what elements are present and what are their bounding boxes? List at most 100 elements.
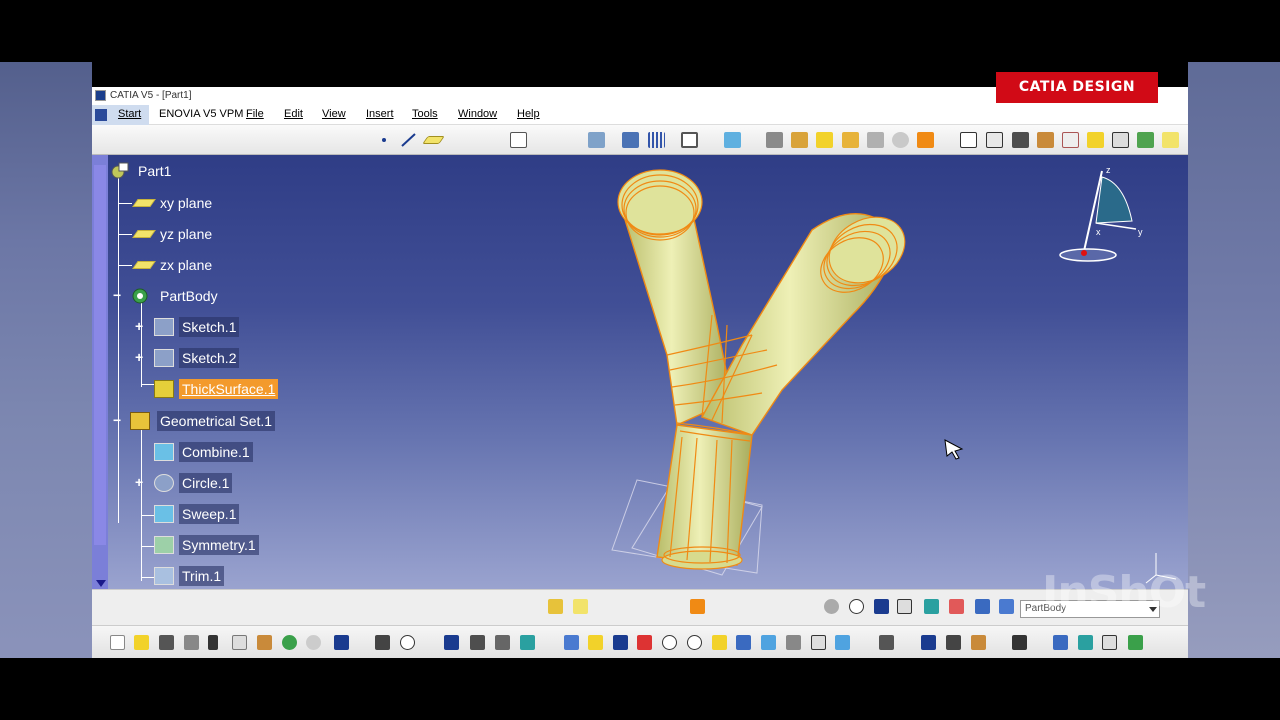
expand-icon[interactable]: + — [135, 319, 145, 333]
comment-icon[interactable] — [400, 635, 415, 650]
sphere-icon[interactable] — [849, 599, 864, 614]
tree-scrollbar-thumb[interactable] — [94, 165, 106, 545]
tree-label: Symmetry.1 — [179, 535, 259, 555]
menu-view[interactable]: View — [322, 108, 346, 120]
redo-icon[interactable] — [306, 635, 321, 650]
rotate-view-icon[interactable] — [637, 635, 652, 650]
measure-icon[interactable] — [588, 132, 605, 148]
fit-icon[interactable] — [588, 635, 603, 650]
snap-icon[interactable] — [949, 599, 964, 614]
pan-icon[interactable] — [613, 635, 628, 650]
mouse-cursor-icon — [944, 439, 964, 460]
menu-window[interactable]: Window — [458, 108, 497, 120]
symmetry-icon — [154, 536, 174, 554]
capture-icon[interactable] — [1012, 635, 1027, 650]
multi-view-icon[interactable] — [736, 635, 751, 650]
paste-icon[interactable] — [257, 635, 272, 650]
swap-space-icon[interactable] — [835, 635, 850, 650]
collapse-icon[interactable]: − — [113, 413, 123, 427]
3d-viewport[interactable]: Part1 xy plane yz plane zx plane − PartB… — [92, 155, 1188, 589]
menu-enovia[interactable]: ENOVIA V5 VPM — [159, 108, 243, 120]
hole-icon[interactable] — [867, 132, 884, 148]
normal-view-icon[interactable] — [712, 635, 727, 650]
menu-edit[interactable]: Edit — [284, 108, 303, 120]
formula-icon[interactable] — [375, 635, 390, 650]
open-icon[interactable] — [134, 635, 149, 650]
properties-icon[interactable] — [879, 635, 894, 650]
compass-icon[interactable]: z y x — [1054, 161, 1154, 271]
expand-icon[interactable]: + — [135, 350, 145, 364]
shaft-icon[interactable] — [816, 132, 833, 148]
surface-icon[interactable] — [999, 599, 1014, 614]
grid-snap-icon[interactable] — [975, 599, 990, 614]
shell-icon[interactable] — [1037, 132, 1054, 148]
zoom-out-icon[interactable] — [687, 635, 702, 650]
cut-icon[interactable] — [208, 635, 218, 650]
update-icon[interactable] — [573, 599, 588, 614]
knowledge-icon[interactable] — [495, 635, 510, 650]
menu-tools[interactable]: Tools — [412, 108, 438, 120]
rotate-icon[interactable] — [824, 599, 839, 614]
catia-window: CATIA V5 - [Part1] Start ENOVIA V5 VPM F… — [92, 87, 1188, 658]
fit-all-icon[interactable] — [681, 132, 698, 148]
print-icon[interactable] — [184, 635, 199, 650]
sketch-analysis-icon[interactable] — [1162, 132, 1179, 148]
menu-help[interactable]: Help — [517, 108, 540, 120]
thickness-icon[interactable] — [1062, 132, 1079, 148]
scroll-down-arrow-icon[interactable] — [96, 580, 106, 587]
start-menu[interactable]: Start — [92, 105, 149, 125]
law-icon[interactable] — [470, 635, 485, 650]
new-icon[interactable] — [110, 635, 125, 650]
expand-icon[interactable]: + — [135, 475, 145, 489]
target-icon[interactable] — [892, 132, 909, 148]
apply-material-icon[interactable] — [1053, 635, 1068, 650]
fillet-icon[interactable] — [960, 132, 977, 148]
axis-icon[interactable] — [874, 599, 889, 614]
copy-icon[interactable] — [232, 635, 247, 650]
chamfer-icon[interactable] — [986, 132, 1003, 148]
layers-icon[interactable] — [724, 132, 741, 148]
remove-face-icon[interactable] — [1112, 132, 1129, 148]
y-pipe-model[interactable] — [592, 155, 952, 589]
units-icon[interactable] — [897, 599, 912, 614]
curvature-icon[interactable] — [1128, 635, 1143, 650]
measure-item-icon[interactable] — [946, 635, 961, 650]
analysis-icon[interactable] — [622, 132, 639, 148]
draft-icon[interactable] — [1012, 132, 1029, 148]
hide-show-icon[interactable] — [811, 635, 826, 650]
draft-analysis-icon[interactable] — [1102, 635, 1117, 650]
compass-x-label: x — [1096, 227, 1101, 237]
save-icon[interactable] — [159, 635, 174, 650]
groove-icon[interactable] — [842, 132, 859, 148]
menu-file[interactable]: File — [246, 108, 264, 120]
menu-insert[interactable]: Insert — [366, 108, 394, 120]
inertia-icon[interactable] — [971, 635, 986, 650]
table-icon[interactable] — [444, 635, 459, 650]
rib-icon[interactable] — [917, 132, 934, 148]
shading-icon[interactable] — [786, 635, 801, 650]
generate-icon[interactable] — [548, 599, 563, 614]
collapse-icon[interactable]: − — [113, 288, 123, 302]
grid-icon[interactable] — [648, 132, 665, 148]
thread-icon[interactable] — [1087, 132, 1104, 148]
plane-icon[interactable] — [422, 136, 445, 144]
undo-icon[interactable] — [282, 635, 297, 650]
pocket-icon[interactable] — [791, 132, 808, 148]
measure-between-icon[interactable] — [921, 635, 936, 650]
help-icon[interactable] — [334, 635, 349, 650]
line-icon[interactable] — [400, 132, 417, 148]
boolean-icon[interactable] — [924, 599, 939, 614]
tree-scrollbar[interactable] — [92, 155, 108, 589]
connect-checker-icon[interactable] — [1078, 635, 1093, 650]
catalog-icon[interactable] — [520, 635, 535, 650]
sketcher-icon[interactable] — [510, 132, 527, 148]
fly-icon[interactable] — [564, 635, 579, 650]
pad-icon[interactable] — [766, 132, 783, 148]
iso-view-icon[interactable] — [761, 635, 776, 650]
point-icon[interactable] — [382, 138, 386, 142]
circle-icon — [154, 474, 174, 492]
replace-face-icon[interactable] — [1137, 132, 1154, 148]
zoom-in-icon[interactable] — [662, 635, 677, 650]
sweep-icon — [154, 505, 174, 523]
insert-body-icon[interactable] — [690, 599, 705, 614]
